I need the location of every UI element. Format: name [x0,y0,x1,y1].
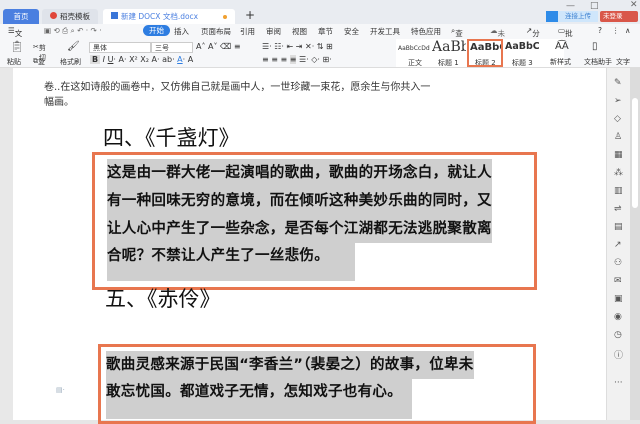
paragraph-marker-icon[interactable]: ▤· [56,386,65,394]
scrollbar-thumb[interactable] [632,98,638,208]
menu-item-review[interactable]: 审阅 [266,26,281,37]
format-painter-icon[interactable]: 🖌︎ [67,41,80,52]
selected-line: 让人心中产生了一些杂念，是否每个江湖都无法逃脱聚散离 [107,215,492,243]
toolbar: 📋︎ 粘贴 ✂ 剪切 ⧉ 复制 🖌︎ 格式刷 黑体 三号 A˄ A˅ ⌫ ≡ B… [0,38,640,76]
share-button[interactable]: ↗分享 [526,26,540,49]
selected-line: 敢忘忧国。都道戏子无情，怎知戏子也有心。 [106,379,412,419]
doc-assistant-icon[interactable]: ▯ [592,41,598,52]
tab-label: 稻壳模板 [60,12,90,21]
font-grow-shrink-icons[interactable]: A˄ A˅ ⌫ ≡ [196,42,241,51]
new-tab-button[interactable]: + [245,8,255,22]
format-painter-button[interactable]: 格式刷 [60,57,81,67]
menu-item-features[interactable]: 特色应用 [411,26,441,37]
font-size-select[interactable]: 三号 [151,42,193,53]
minimize-button[interactable]: — [566,1,575,11]
edit-icon[interactable]: ↗ [614,240,622,250]
close-button[interactable]: ✕ [630,0,638,10]
document-canvas[interactable]: 卷..在这如诗般的画卷中，又仿佛自己就是画中人，一世珍藏一束花，愿余生与你共入一… [0,68,628,424]
menu-item-layout[interactable]: 页面布局 [201,26,231,37]
tab-home[interactable]: 首页 [3,9,39,24]
docer-icon [50,12,57,19]
menu-item-security[interactable]: 安全 [344,26,359,37]
copy-button[interactable]: ⧉ 复制 [33,57,45,76]
selected-line: 歌曲灵感来源于民国“李香兰”（裴晏之）的故事，位卑未 [106,351,474,379]
new-style-button[interactable]: 新样式 [550,57,571,67]
chart-icon[interactable]: ▥ [614,186,623,196]
menu-item-view[interactable]: 视图 [292,26,307,37]
help-icon[interactable]: ? [598,26,602,35]
stamp-icon[interactable]: ♙ [614,132,622,142]
menu-file[interactable]: ☰ 文件 [8,26,22,49]
style-heading1-label: 标题 1 [438,59,459,67]
text-tool-button[interactable]: 文字 [616,57,630,67]
paste-icon[interactable]: 📋︎ [10,40,24,53]
paragraph-line: 卷..在这如诗般的画卷中，又仿佛自己就是画中人，一世珍藏一束花，愿余生与你共入一 [44,82,431,93]
comment-button[interactable]: ▭批注 [558,26,573,49]
mail-icon[interactable]: ✉ [614,276,622,286]
style-normal-label: 正文 [408,59,422,67]
style-gallery: AaBbCcDd 正文 AaBb 标题 1 AaBbC 标题 2 AaBbC 标… [396,39,564,67]
heading-5: 五、《赤伶》 [105,287,221,311]
vertical-scrollbar[interactable] [630,68,640,420]
settings-icon[interactable]: ⇌ [614,204,622,214]
selected-line: 有一种回味无穷的意境，而在倾听这种美妙乐曲的同时，又 [107,187,492,215]
collapse-icon[interactable]: ∧ [625,26,631,35]
right-sidebar: ✎ ➢ ◇ ♙ ▦ ⁂ ▥ ⇌ ▤ ↗ ⚇ ✉ ▣ ◉ ◷ ⓘ ··· [606,68,630,420]
cloud-upload-button[interactable]: 连接上传 [546,11,598,22]
paragraph-buttons[interactable]: ☰· ☷· ⇤ ⇥ ✕· ⇅ ⊞ [262,42,333,51]
apps-icon[interactable]: ⁂ [614,168,623,178]
align-buttons[interactable]: ≡ ≡ ≡ ≡ ≡ ☰· ◇· ⊞· [262,55,332,64]
new-style-icon[interactable]: A͡A [555,41,569,52]
format-buttons[interactable]: B I U· A· X² X₂ A· ab· A· A [90,55,193,64]
cut-button[interactable]: ✂ 剪切 [33,43,46,62]
menu-item-developer[interactable]: 开发工具 [370,26,400,37]
menu-item-insert[interactable]: 插入 [174,26,189,37]
more-icon[interactable]: ⋮ [612,26,620,35]
menu-bar: ☰ 文件 ▣ ⟲ ⎙ ⌕ ↶ · ↷ · 开始 插入 页面布局 引用 审阅 视图… [0,24,640,60]
tab-document[interactable]: 新建 DOCX 文档.docx [103,9,235,24]
highlight-box-2: 歌曲灵感来源于民国“李香兰”（裴晏之）的故事，位卑未 敢忘忧国。都道戏子无情，怎… [98,344,536,424]
menu-item-home[interactable]: 开始 [143,25,170,36]
paragraph-line: 幅画。 [44,97,74,108]
sync-button[interactable]: ☁未同步 [490,26,505,60]
doc-icon[interactable]: ▤ [614,222,623,232]
doc-assistant-button[interactable]: 文档助手 [584,57,612,67]
menu-item-references[interactable]: 引用 [240,26,255,37]
style-heading3-label: 标题 3 [512,59,533,67]
history-icon[interactable]: ◷ [614,330,622,340]
heading-4: 四、《千盏灯》 [103,126,240,150]
style-heading2-selected[interactable]: AaBbC 标题 2 [467,39,503,67]
table-icon[interactable]: ▦ [614,150,623,160]
style-heading3[interactable]: AaBbC [505,41,539,52]
pen-icon[interactable]: ✎ [614,78,622,88]
style-heading2-label: 标题 2 [475,59,496,67]
selected-line: 合呢？不禁让人产生了一丝悲伤。 [107,243,355,281]
more-icon[interactable]: ··· [614,378,623,388]
share-icon[interactable]: ⚇ [614,258,622,268]
maximize-button[interactable]: □ [590,1,599,11]
highlight-box-1: 这是由一群大佬一起演唱的歌曲，歌曲的开场念白，就让人 有一种回味无穷的意境，而在… [92,152,537,290]
image-icon[interactable]: ▣ [614,294,623,304]
quick-access-icons[interactable]: ▣ ⟲ ⎙ ⌕ ↶ · ↷ · [44,26,102,36]
login-button[interactable]: 未登录 [600,11,638,22]
title-bar: 首页 稻壳模板 新建 DOCX 文档.docx + — □ ✕ 连接上传 未登录 [0,0,640,24]
unsaved-dot-icon [223,15,227,19]
cursor-icon[interactable]: ➢ [614,96,622,106]
location-icon[interactable]: ◉ [614,312,622,322]
tab-label: 新建 DOCX 文档.docx [121,12,199,21]
selected-line: 这是由一群大佬一起演唱的歌曲，歌曲的开场念白，就让人 [107,159,492,187]
tab-docer[interactable]: 稻壳模板 [42,9,98,24]
style-heading1[interactable]: AaBb [432,39,466,55]
help-icon[interactable]: ⓘ [614,348,623,361]
doc-icon [111,12,118,19]
style-preview: AaBbC [470,42,503,53]
paste-button[interactable]: 粘贴 [7,57,21,67]
font-select[interactable]: 黑体 [89,42,151,53]
style-preview: AaBbCcDd [398,45,430,52]
shapes-icon[interactable]: ◇ [614,114,621,124]
left-margin [0,68,13,420]
search-button[interactable]: ⌕查找 [451,26,463,49]
menu-item-chapter[interactable]: 章节 [318,26,333,37]
